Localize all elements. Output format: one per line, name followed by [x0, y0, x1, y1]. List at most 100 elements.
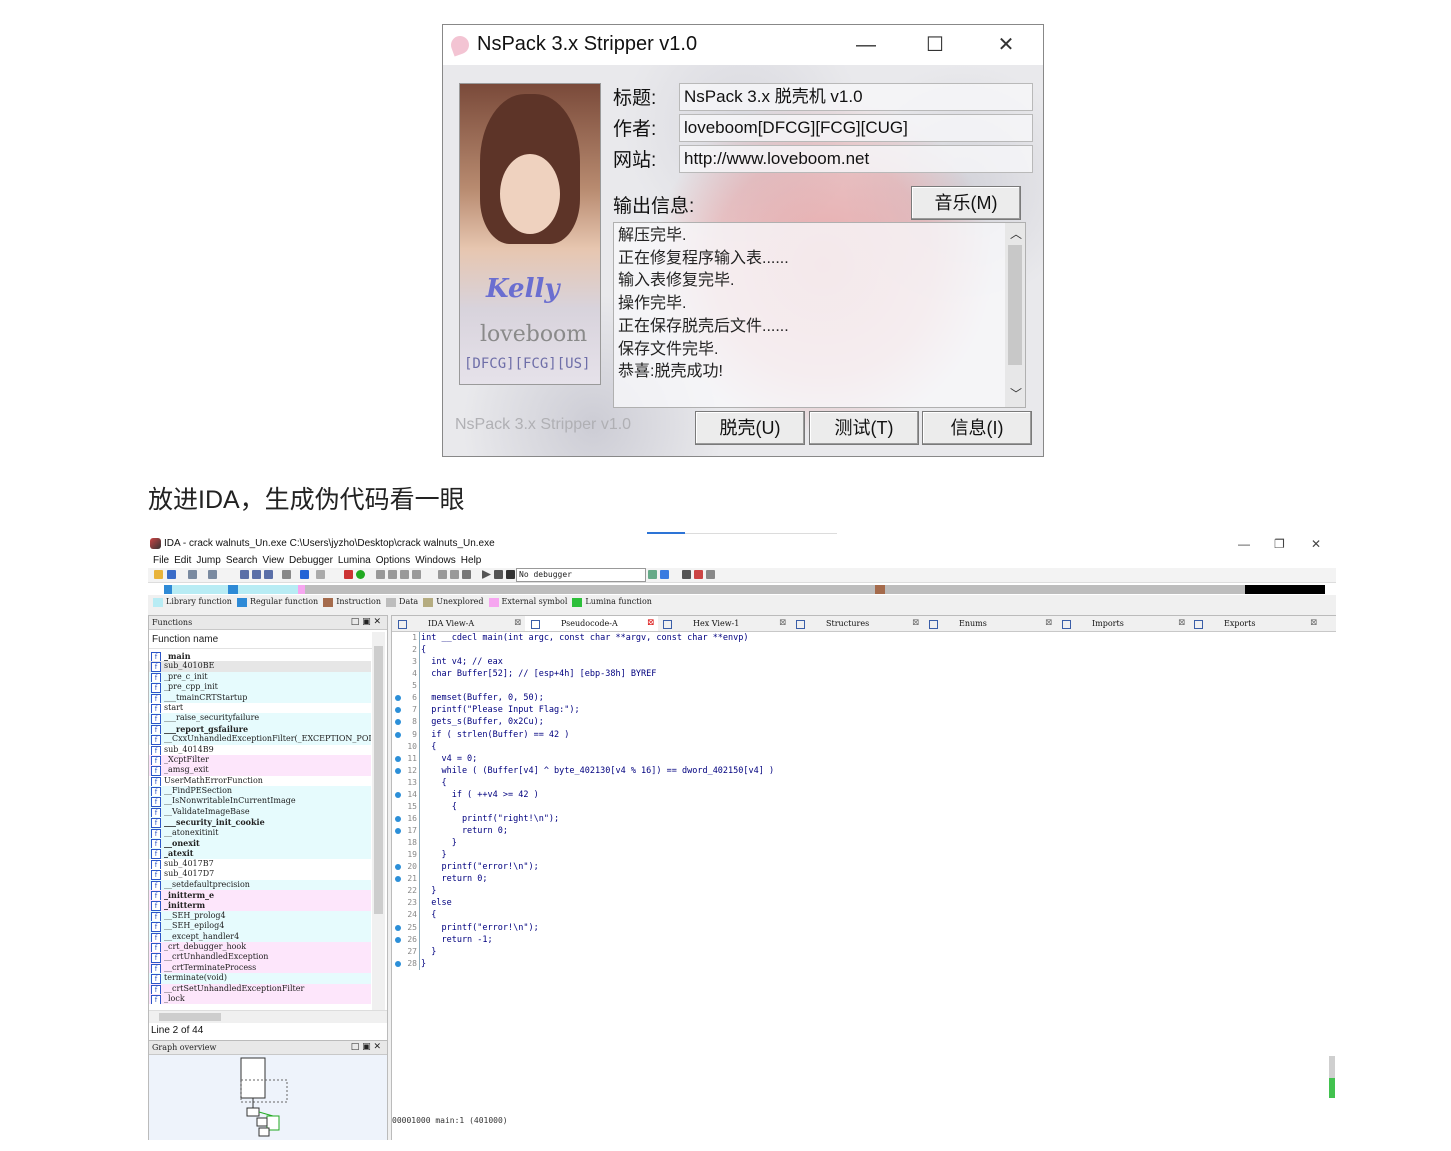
function-row[interactable]: f __FindPESection — [149, 786, 371, 797]
trace-icon[interactable] — [694, 570, 703, 579]
tab-close-icon[interactable]: ⊠ — [1310, 616, 1318, 631]
function-row[interactable]: f __crtSetUnhandledExceptionFilter — [149, 983, 371, 994]
breakpoint-dot-icon[interactable] — [395, 924, 401, 931]
menu-item-search[interactable]: Search — [226, 553, 258, 568]
code-line[interactable]: return -1; — [420, 934, 1320, 946]
maximize-button[interactable]: ☐ — [915, 31, 955, 59]
tab-imports[interactable]: Imports ⊠ — [1056, 616, 1189, 631]
code-line[interactable]: else — [420, 897, 1320, 909]
menu-item-debugger[interactable]: Debugger — [289, 553, 333, 568]
menu-item-lumina[interactable]: Lumina — [338, 553, 371, 568]
output-log[interactable]: 解压完毕. 正在修复程序输入表...... 输入表修复完毕. 操作完毕. 正在保存脱壳后… — [613, 222, 1026, 408]
function-row[interactable]: f _atexit — [149, 848, 371, 859]
breakpoint-dot-icon[interactable] — [395, 755, 401, 762]
breakpoint-dot-icon[interactable] — [395, 707, 401, 714]
code-line[interactable]: } — [420, 837, 1320, 849]
website-field[interactable]: http://www.loveboom.net — [679, 145, 1033, 173]
code-line[interactable]: } — [420, 946, 1320, 958]
function-row[interactable]: f sub_4014B9 — [149, 744, 371, 755]
code-line[interactable]: int __cdecl main(int argc, const char **… — [420, 632, 1320, 644]
stop-icon[interactable] — [506, 570, 515, 579]
menu-item-options[interactable]: Options — [376, 553, 410, 568]
breakpoint-dot-icon[interactable] — [395, 767, 401, 774]
pane-controls-icon[interactable]: □ ▣ ✕ — [351, 616, 381, 629]
graph-icon[interactable] — [344, 570, 353, 579]
tab-close-icon[interactable]: ⊠ — [912, 616, 920, 631]
code-line[interactable]: printf("Please Input Flag:"); — [420, 704, 1320, 716]
menu-item-view[interactable]: View — [263, 553, 285, 568]
code-scrollbar[interactable] — [1329, 1056, 1335, 1098]
function-row[interactable]: f ___report_gsfailure — [149, 723, 371, 735]
down-arrow-icon[interactable] — [300, 570, 309, 579]
breakpoint-dot-icon[interactable] — [395, 695, 401, 702]
code-line[interactable]: return 0; — [420, 825, 1320, 837]
breakpoint-dot-icon[interactable] — [395, 936, 401, 943]
function-row[interactable]: f _initterm — [149, 900, 371, 911]
function-row[interactable]: f __ValidateImageBase — [149, 806, 371, 818]
edit-icon[interactable] — [438, 570, 447, 579]
hex-icon[interactable] — [240, 570, 249, 579]
function-row[interactable]: f _crt_debugger_hook — [149, 941, 371, 953]
function-row[interactable]: f __SEH_epilog4 — [149, 921, 371, 932]
code-line[interactable]: v4 = 0; — [420, 753, 1320, 765]
minimize-button[interactable]: — — [846, 31, 886, 59]
function-row[interactable]: f ___raise_securityfailure — [149, 713, 371, 724]
code-line[interactable]: } — [420, 885, 1320, 897]
log-scroll-thumb[interactable] — [1008, 245, 1022, 365]
tab-structures[interactable]: Structures ⊠ — [790, 616, 923, 631]
navigation-band[interactable] — [148, 583, 1336, 595]
attach-icon[interactable] — [660, 570, 669, 579]
cross-icon[interactable] — [462, 570, 471, 579]
pause-icon[interactable] — [494, 570, 503, 579]
tab-close-icon[interactable]: ⊠ — [514, 616, 522, 631]
data-icon[interactable] — [264, 570, 273, 579]
function-row[interactable]: f _pre_cpp_init — [149, 682, 371, 693]
code-line[interactable]: printf("error!\n"); — [420, 861, 1320, 873]
code-line[interactable]: if ( strlen(Buffer) == 42 ) — [420, 729, 1320, 741]
breakpoint-dot-icon[interactable] — [395, 731, 401, 738]
code-line[interactable]: { — [420, 741, 1320, 753]
scroll-down-icon[interactable]: ﹀ — [1010, 385, 1022, 402]
unpack-button[interactable]: 脱壳(U) — [695, 411, 805, 445]
function-row[interactable]: f start — [149, 702, 371, 714]
music-button[interactable]: 音乐(M) — [911, 186, 1021, 220]
log-scrollbar[interactable]: ︿ ﹀ — [1005, 223, 1025, 407]
code-line[interactable]: return 0; — [420, 873, 1320, 885]
breakpoint-dot-icon[interactable] — [395, 864, 401, 871]
menu-item-edit[interactable]: Edit — [174, 553, 191, 568]
breakpoint-dot-icon[interactable] — [395, 719, 401, 726]
text-icon[interactable] — [252, 570, 261, 579]
close-button[interactable]: ✕ — [986, 31, 1026, 59]
tab-exports[interactable]: Exports ⊠ — [1188, 616, 1321, 631]
step-icon[interactable] — [648, 570, 657, 579]
function-row[interactable]: f ___security_init_cookie — [149, 817, 371, 828]
code-line[interactable]: } — [420, 849, 1320, 861]
debugger-select[interactable]: No debugger — [516, 568, 646, 582]
breakpoint-dot-icon[interactable] — [395, 791, 401, 798]
function-row[interactable]: f __setdefaultprecision — [149, 879, 371, 890]
scroll-up-icon[interactable]: ︿ — [1010, 225, 1022, 242]
breakpoint-dot-icon[interactable] — [395, 876, 401, 883]
pseudocode-text[interactable]: int __cdecl main(int argc, const char **… — [419, 632, 1320, 970]
menu-item-file[interactable]: File — [153, 553, 169, 568]
ida-close-button[interactable]: ✕ — [1311, 535, 1321, 553]
code-icon[interactable] — [376, 570, 385, 579]
breakpoint-dot-icon[interactable] — [395, 815, 401, 822]
code-line[interactable]: { — [420, 801, 1320, 813]
function-row[interactable]: f _pre_c_init — [149, 671, 371, 683]
save-icon[interactable] — [167, 570, 176, 579]
code-line[interactable] — [420, 680, 1320, 692]
breakpoint-dot-icon[interactable] — [395, 960, 401, 967]
test-button[interactable]: 测试(T) — [809, 411, 919, 445]
ida-restore-button[interactable]: ❐ — [1274, 535, 1285, 553]
graph-overview-pane[interactable]: Graph overview □ ▣ ✕ — [148, 1040, 388, 1140]
open-icon[interactable] — [154, 570, 163, 579]
tab-close-icon[interactable]: ⊠ — [1045, 616, 1053, 631]
function-row[interactable]: f __onexit — [149, 838, 371, 849]
function-row[interactable]: f _amsg_exit — [149, 765, 371, 776]
code-line[interactable]: int v4; // eax — [420, 656, 1320, 668]
menu-item-help[interactable]: Help — [461, 553, 482, 568]
comment-icon[interactable] — [450, 570, 459, 579]
code-line[interactable]: { — [420, 909, 1320, 921]
code-line[interactable]: char Buffer[52]; // [esp+4h] [ebp-38h] B… — [420, 668, 1320, 680]
